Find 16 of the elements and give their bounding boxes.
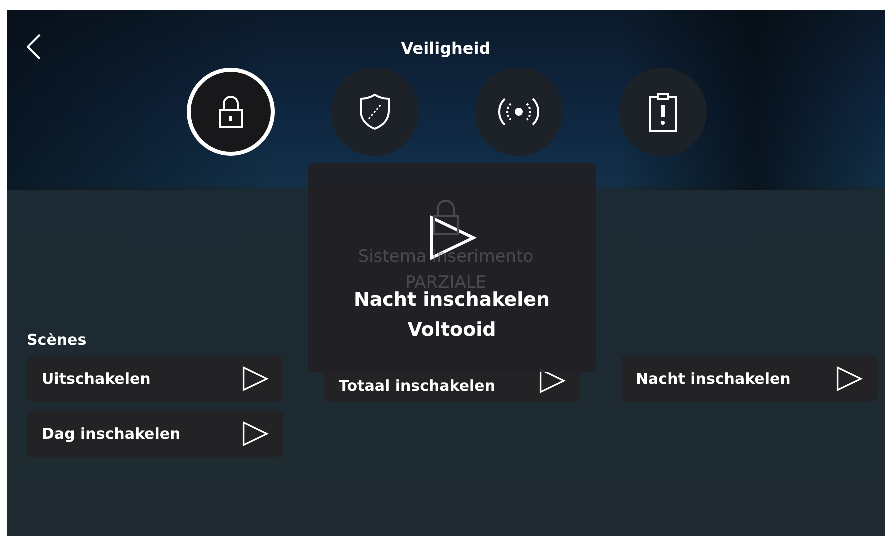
scene-button[interactable]: Nacht inschakelen: [621, 356, 877, 402]
play-icon: [241, 420, 269, 448]
scene-button[interactable]: Uitschakelen: [27, 356, 283, 402]
play-icon: [835, 365, 863, 393]
section-label: Scènes: [27, 331, 87, 349]
padlock-icon: [431, 200, 461, 236]
padlock-icon: [216, 95, 246, 129]
play-icon: [241, 365, 269, 393]
scene-button[interactable]: Dag inschakelen: [27, 411, 283, 457]
popup-status: Voltooid: [406, 318, 498, 343]
popup-title: Nacht inschakelen: [354, 288, 550, 313]
signal-icon: [497, 97, 541, 127]
back-chevron-icon: [27, 34, 41, 60]
clipboard-alert-icon: [648, 92, 678, 132]
page-title: Veiligheid: [401, 38, 491, 58]
shield-icon: [359, 93, 391, 131]
